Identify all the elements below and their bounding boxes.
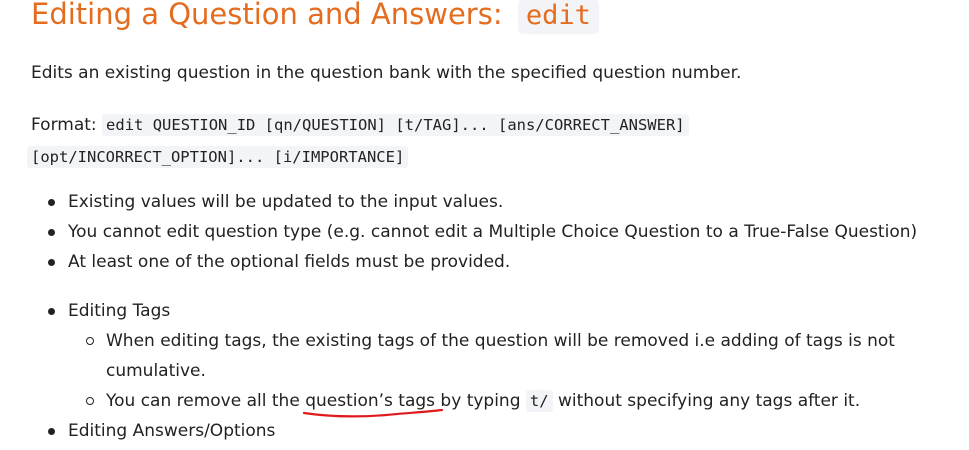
- heading-text: Editing a Question and Answers:: [31, 0, 512, 31]
- format-label: Format:: [31, 115, 97, 135]
- list-item: At least one of the optional fields must…: [31, 247, 966, 277]
- sub2-after: without specifying any tags after it.: [552, 391, 861, 411]
- list-item-editing-tags: Editing Tags When editing tags, the exis…: [31, 296, 966, 418]
- section-heading: Editing a Question and Answers: edit: [31, 0, 599, 38]
- list-item: You cannot edit question type (e.g. cann…: [31, 217, 966, 247]
- tag-prefix-code: t/: [525, 390, 553, 412]
- sub2-middle: by typing: [435, 391, 526, 411]
- sub2-before: You can remove all the: [106, 391, 306, 411]
- editing-tags-title: Editing Tags: [68, 301, 171, 321]
- command-description: Edits an existing question in the questi…: [31, 63, 742, 83]
- format-code-line1: edit QUESTION_ID [qn/QUESTION] [t/TAG]..…: [102, 114, 689, 136]
- sub-list-item: You can remove all the question’s tags b…: [68, 386, 926, 418]
- list-item: Existing values will be updated to the i…: [31, 187, 966, 217]
- command-format: Format: edit QUESTION_ID [qn/QUESTION] […: [27, 109, 961, 173]
- heading-code: edit: [517, 0, 599, 34]
- list-item-editing-answers: Editing Answers/Options: [31, 416, 966, 446]
- format-code-line2: [opt/INCORRECT_OPTION]... [i/IMPORTANCE]: [27, 146, 409, 168]
- highlighted-phrase: question’s tags: [305, 391, 436, 411]
- highlighted-text: question’s tags: [303, 386, 444, 418]
- sub-list-item: When editing tags, the existing tags of …: [68, 326, 926, 386]
- notes-list: Existing values will be updated to the i…: [31, 187, 966, 446]
- editing-tags-sublist: When editing tags, the existing tags of …: [68, 326, 966, 418]
